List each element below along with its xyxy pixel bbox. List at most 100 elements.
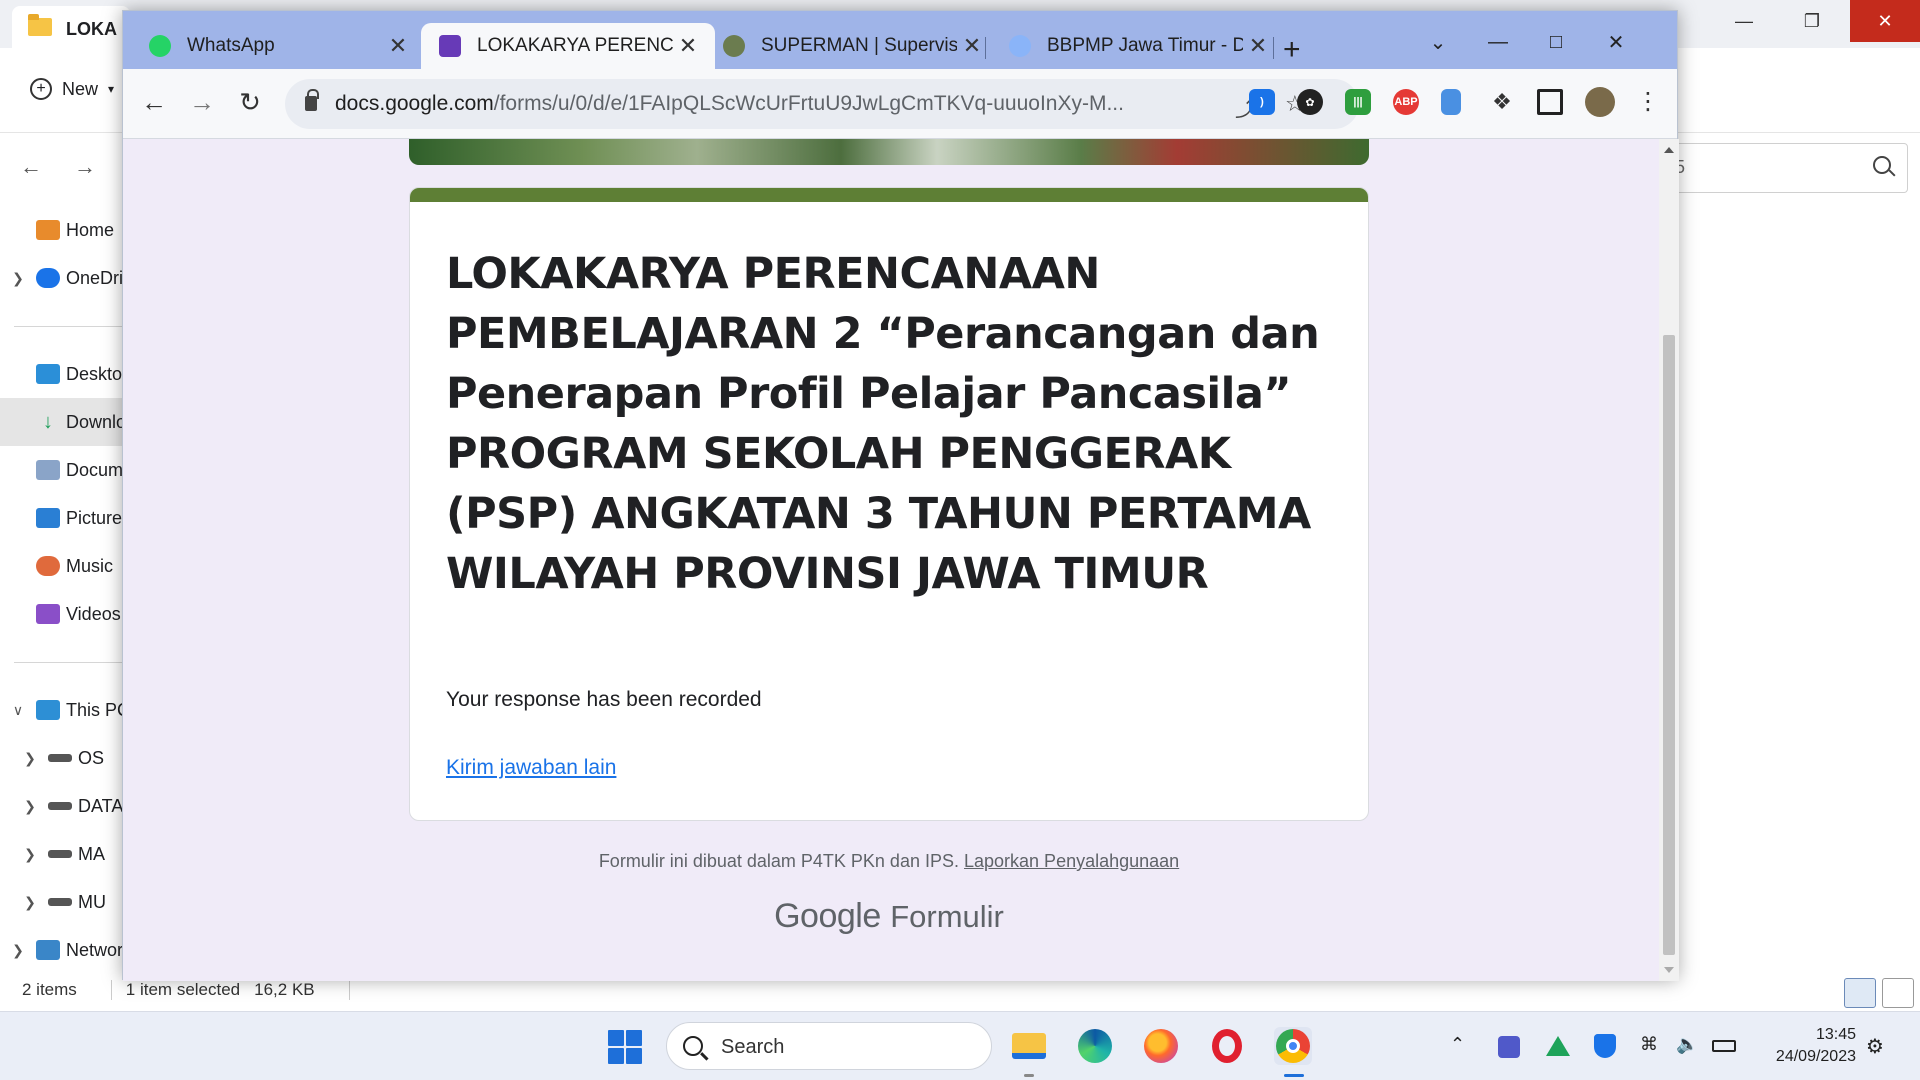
security-shield-icon[interactable] xyxy=(1594,1034,1616,1058)
close-tab-icon[interactable]: ✕ xyxy=(387,33,409,59)
chatgpt-icon[interactable]: ✿ xyxy=(1297,89,1323,115)
scroll-down-icon[interactable] xyxy=(1664,967,1674,973)
chevron-right-icon[interactable]: ❯ xyxy=(12,798,48,815)
chevron-right-icon[interactable]: ❯ xyxy=(0,270,36,287)
scroll-thumb[interactable] xyxy=(1663,335,1675,955)
restore-icon[interactable]: ❐ xyxy=(1782,0,1842,42)
chevron-up-icon[interactable]: ⌃ xyxy=(1450,1034,1465,1055)
sidebar-item-os[interactable]: ❯ OS xyxy=(0,734,122,782)
battery-icon[interactable] xyxy=(1712,1040,1736,1052)
file-explorer-icon[interactable] xyxy=(1010,1027,1048,1065)
new-tab-button[interactable]: + xyxy=(1283,33,1301,67)
close-tab-icon[interactable]: ✕ xyxy=(1247,33,1269,59)
sidebar-item-label: Network xyxy=(66,939,122,960)
side-panel-icon[interactable] xyxy=(1537,89,1563,115)
details-view-icon[interactable] xyxy=(1844,978,1876,1008)
edge-icon[interactable] xyxy=(1076,1027,1114,1065)
sidebar-item-videos[interactable]: Videos xyxy=(0,590,122,638)
videos-icon xyxy=(36,604,60,624)
tab-superman[interactable]: SUPERMAN | Supervisi ✕ xyxy=(705,23,999,69)
profile-avatar[interactable] xyxy=(1585,87,1615,117)
chevron-right-icon[interactable]: ❯ xyxy=(12,894,48,911)
view-toggle xyxy=(1844,978,1914,1008)
wifi-icon[interactable]: ⌘ xyxy=(1640,1034,1658,1055)
windows-taskbar: Search ⌃ ⌘ 🔈 13:45 24/09/2023 ⚙ xyxy=(0,1011,1920,1080)
menu-dots-icon[interactable]: ⋮ xyxy=(1631,87,1665,116)
tab-search-icon[interactable]: ⌄ xyxy=(1413,25,1463,59)
sidebar-item-network[interactable]: ❯ Network xyxy=(0,926,122,974)
brand-forms: Formulir xyxy=(890,899,1004,934)
opera-icon[interactable] xyxy=(1208,1027,1246,1065)
extension-phone-icon[interactable] xyxy=(1441,89,1461,115)
sidebar-item-desktop[interactable]: Desktop xyxy=(0,350,122,398)
minimize-icon[interactable]: — xyxy=(1714,0,1774,42)
sidebar-item-documents[interactable]: Documents xyxy=(0,446,122,494)
sidebar-item-this-pc[interactable]: ∨ This PC xyxy=(0,686,122,734)
accent-bar xyxy=(410,188,1368,202)
plus-icon: + xyxy=(30,78,52,100)
taskbar-clock[interactable]: 13:45 24/09/2023 xyxy=(1760,1024,1856,1068)
maximize-icon[interactable]: □ xyxy=(1531,25,1581,59)
submit-another-link[interactable]: Kirim jawaban lain xyxy=(446,756,616,780)
minimize-icon[interactable]: — xyxy=(1473,25,1523,59)
form-footer: Formulir ini dibuat dalam P4TK PKn dan I… xyxy=(409,851,1369,872)
close-tab-icon[interactable]: ✕ xyxy=(677,33,699,59)
report-abuse-link[interactable]: Laporkan Penyalahgunaan xyxy=(964,851,1179,871)
reload-icon[interactable]: ↻ xyxy=(233,87,267,118)
back-arrow-icon[interactable]: ← xyxy=(20,154,42,180)
adblock-plus-icon[interactable]: ABP xyxy=(1393,89,1419,115)
address-bar[interactable]: docs.google.com/forms/u/0/d/e/1FAIpQLScW… xyxy=(285,79,1359,129)
chevron-right-icon[interactable]: ❯ xyxy=(12,750,48,767)
new-button[interactable]: + New ▾ xyxy=(30,78,114,100)
close-icon[interactable]: ✕ xyxy=(1591,25,1641,59)
sidebar-item-onedrive[interactable]: ❯ OneDrive xyxy=(0,254,122,302)
tab-whatsapp[interactable]: WhatsApp ✕ xyxy=(131,23,425,69)
item-count: 2 items xyxy=(22,980,77,999)
google-forms-logo[interactable]: Google Formulir xyxy=(409,897,1369,936)
chevron-right-icon[interactable]: ❯ xyxy=(12,846,48,863)
chrome-icon[interactable] xyxy=(1274,1027,1312,1065)
google-drive-icon[interactable] xyxy=(1546,1036,1570,1056)
sidebar-item-mu[interactable]: ❯ MU xyxy=(0,878,122,926)
folder-icon xyxy=(28,14,52,36)
tiles-view-icon[interactable] xyxy=(1882,978,1914,1008)
windows-start-icon[interactable] xyxy=(608,1030,642,1064)
form-title: LOKAKARYA PERENCANAAN PEMBELAJARAN 2 “Pe… xyxy=(446,249,1320,599)
explorer-tab[interactable]: LOKA xyxy=(12,6,130,48)
forward-arrow-icon[interactable]: → xyxy=(74,154,96,180)
sidebar-item-label: Desktop xyxy=(66,363,122,384)
explorer-search-box[interactable]: 5 xyxy=(1670,143,1908,193)
tab-strip: WhatsApp ✕ LOKAKARYA PERENCANAAN ✕ SUPER… xyxy=(123,11,1677,69)
puzzle-icon[interactable]: ❖ xyxy=(1489,89,1515,115)
chevron-right-icon[interactable]: ❯ xyxy=(0,942,36,959)
sidebar-item-downloads[interactable]: ↓ Downloads xyxy=(0,398,122,446)
chevron-down-icon[interactable]: ∨ xyxy=(0,702,36,719)
taskbar-search[interactable]: Search xyxy=(666,1022,992,1070)
close-icon[interactable]: ✕ xyxy=(1850,0,1920,42)
scroll-up-icon[interactable] xyxy=(1664,147,1674,153)
tab-bbpmp[interactable]: BBPMP Jawa Timur - D ✕ xyxy=(991,23,1285,69)
tab-lokakarya[interactable]: LOKAKARYA PERENCANAAN ✕ xyxy=(421,23,715,69)
notifications-icon[interactable]: ⚙ xyxy=(1866,1034,1884,1059)
sidebar-item-home[interactable]: Home xyxy=(0,206,122,254)
forward-icon[interactable]: → xyxy=(185,87,219,118)
sidebar-item-data[interactable]: ❯ DATA xyxy=(0,782,122,830)
close-tab-icon[interactable]: ✕ xyxy=(961,33,983,59)
sidebar-item-pictures[interactable]: Pictures xyxy=(0,494,122,542)
onedrive-icon xyxy=(36,268,60,288)
form-header-image xyxy=(409,139,1369,165)
extension-blue-icon[interactable]: ) xyxy=(1249,89,1275,115)
back-icon[interactable]: ← xyxy=(137,87,171,118)
page-scrollbar[interactable] xyxy=(1659,139,1679,981)
new-label: New xyxy=(62,78,99,99)
extension-green-icon[interactable]: ||| xyxy=(1345,89,1371,115)
firefox-icon[interactable] xyxy=(1142,1027,1180,1065)
sidebar-divider xyxy=(14,326,122,327)
selection-size: 16,2 KB xyxy=(254,980,315,999)
sidebar-item-ma[interactable]: ❯ MA xyxy=(0,830,122,878)
teams-icon[interactable] xyxy=(1498,1036,1520,1058)
volume-icon[interactable]: 🔈 xyxy=(1676,1034,1698,1055)
url-text: docs.google.com/forms/u/0/d/e/1FAIpQLScW… xyxy=(335,92,1124,115)
sidebar-item-music[interactable]: Music xyxy=(0,542,122,590)
drive-icon xyxy=(48,898,72,906)
